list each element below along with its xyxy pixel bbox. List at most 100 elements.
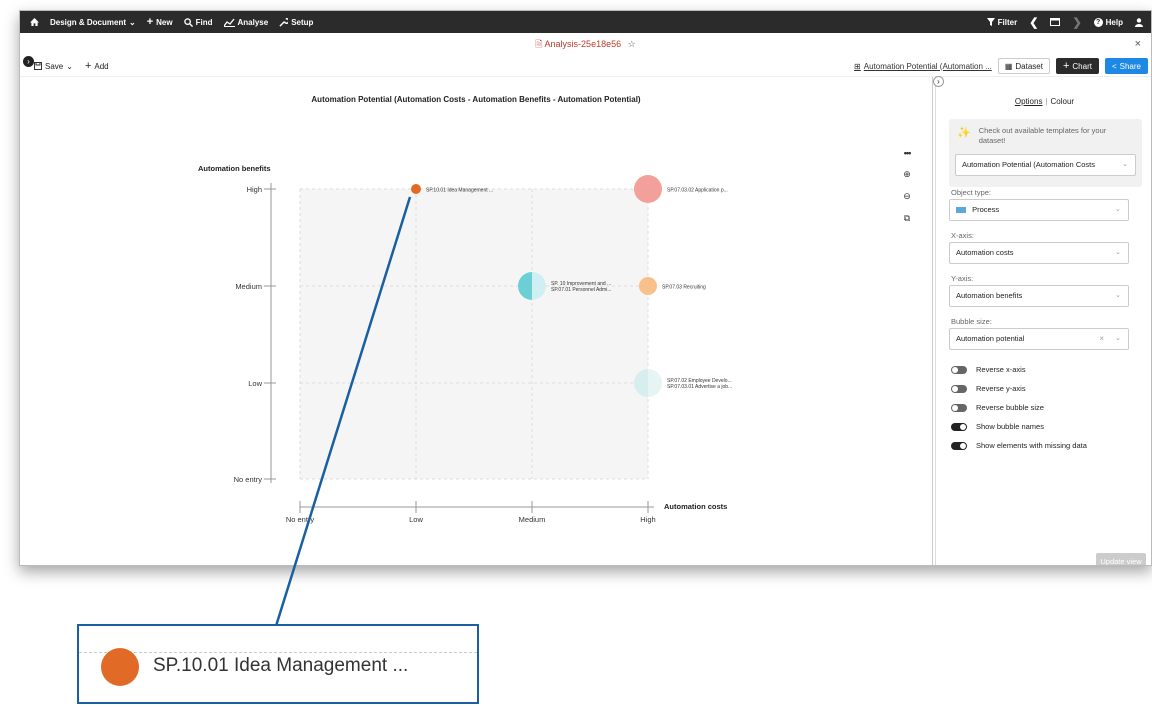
x-tick-label: Low [409, 515, 423, 524]
toggle-switch[interactable] [951, 403, 967, 412]
analysis-toolbar: Save ⌄ + Add ⊞ Automation Potential (Aut… [20, 55, 1151, 77]
export-icon[interactable]: ⧉ [904, 213, 910, 224]
bubble-size-label: Bubble size: [951, 317, 992, 326]
y-tick-label: Low [248, 379, 262, 388]
nav-analyse[interactable]: Analyse [223, 17, 269, 27]
template-hint-text: Check out available templates for your d… [978, 126, 1107, 145]
nav-design-document-label: Design & Document [50, 17, 127, 27]
chart-label: Chart [1072, 61, 1092, 71]
y-axis-select[interactable]: Automation benefits ⌄ [949, 285, 1129, 307]
filter-button[interactable]: Filter [986, 17, 1018, 27]
bubble-label: SP.07.01 Personnel Admi... [551, 287, 612, 293]
toggle-reverse-bubble-size[interactable]: Reverse bubble size [951, 403, 1044, 412]
tab-colour[interactable]: Colour [1051, 97, 1075, 106]
nav-new[interactable]: + New [147, 16, 173, 28]
window-icon[interactable] [1050, 18, 1061, 26]
chart-tools: ••• ⊕ ⊖ ⧉ [900, 148, 914, 224]
toolbar-right: ⊞ Automation Potential (Automation ... ▦… [854, 58, 1148, 74]
object-type-select[interactable]: Process ⌄ [949, 199, 1129, 221]
close-icon[interactable]: × [1135, 33, 1141, 55]
callout-label: SP.10.01 Idea Management ... [153, 655, 409, 676]
help-label: Help [1105, 17, 1123, 27]
y-tick-label: High [247, 185, 262, 194]
toggle-label: Reverse y-axis [976, 384, 1026, 393]
favorite-star-icon[interactable]: ☆ [628, 39, 636, 49]
template-select[interactable]: Automation Potential (Automation Costs ⌄ [955, 154, 1136, 176]
bubble-size-select[interactable]: Automation potential × ⌄ [949, 328, 1129, 350]
tab-options[interactable]: Options [1015, 97, 1043, 106]
object-type-label: Object type: [951, 188, 992, 197]
x-axis-select[interactable]: Automation costs ⌄ [949, 242, 1129, 264]
x-axis-value: Automation costs [956, 248, 1014, 257]
filter-icon [986, 18, 995, 26]
chart-button[interactable]: + Chart [1055, 58, 1099, 74]
process-icon [956, 207, 966, 214]
y-axis-label: Y-axis: [951, 274, 974, 283]
chevron-down-icon: ⌄ [1115, 335, 1121, 342]
clear-icon[interactable]: × [1099, 329, 1104, 349]
user-icon[interactable] [1135, 17, 1143, 27]
nav-find-label: Find [195, 17, 213, 27]
filter-label: Filter [997, 17, 1018, 27]
chart-area: Automation Potential (Automation Costs -… [20, 78, 932, 565]
help-button[interactable]: ? Help [1093, 17, 1123, 27]
document-title-bar: 🗎 Analysis-25e18e56 ☆ × [20, 33, 1151, 55]
plus-icon: + [84, 60, 92, 72]
template-icon: ⊞ [854, 61, 861, 71]
collapse-panel-icon[interactable]: › [933, 76, 944, 87]
update-view-button[interactable]: Update view [1096, 553, 1146, 565]
zoom-in-icon[interactable]: ⊕ [903, 169, 911, 180]
home-icon[interactable] [30, 18, 39, 26]
x-tick-label: High [640, 515, 655, 524]
back-arrow-icon[interactable]: ❮ [1029, 16, 1038, 29]
plus-icon: + [146, 16, 154, 28]
bubble-size-value: Automation potential [956, 334, 1025, 343]
nav-design-document[interactable]: Design & Document ⌄ [50, 18, 136, 27]
help-icon: ? [1093, 17, 1103, 27]
template-link[interactable]: ⊞ Automation Potential (Automation ... [854, 62, 992, 71]
document-title[interactable]: Analysis-25e18e56 [545, 39, 622, 49]
toggle-reverse-x-axis[interactable]: Reverse x-axis [951, 365, 1026, 374]
bubble-label: SP.07.03 Recruiting [662, 285, 706, 291]
nav-find[interactable]: Find [183, 17, 213, 27]
nav-analyse-label: Analyse [237, 17, 269, 27]
dataset-button[interactable]: ▦ Dataset [997, 58, 1050, 74]
more-icon[interactable]: ••• [904, 148, 912, 158]
save-label: Save [45, 61, 64, 71]
toggle-label: Show bubble names [976, 422, 1044, 431]
forward-arrow-icon[interactable]: ❯ [1072, 16, 1081, 29]
bubble [411, 184, 421, 194]
toggle-show-missing-data[interactable]: Show elements with missing data [951, 441, 1087, 450]
expand-left-icon[interactable]: › [23, 56, 34, 67]
chevron-down-icon: ⌄ [129, 17, 136, 27]
template-suggestion-box: ✨ Check out available templates for your… [949, 119, 1142, 187]
add-label: Add [94, 61, 109, 71]
share-button[interactable]: < Share [1104, 58, 1148, 74]
nav-setup[interactable]: Setup [279, 18, 313, 27]
analysis-window: Design & Document ⌄ + New Find Analyse S… [19, 10, 1152, 566]
wrench-icon [279, 17, 289, 27]
toggle-switch[interactable] [951, 384, 967, 393]
toggle-switch[interactable] [951, 365, 967, 374]
toggle-switch[interactable] [951, 422, 967, 431]
add-button[interactable]: + Add [85, 60, 109, 72]
toolbar-left: Save ⌄ + Add [34, 60, 109, 72]
toggle-show-bubble-names[interactable]: Show bubble names [951, 422, 1044, 431]
zoom-callout: SP.10.01 Idea Management ... [77, 624, 479, 704]
template-hint: ✨ Check out available templates for your… [957, 126, 1129, 146]
share-icon: < [1111, 61, 1117, 71]
toggle-label: Reverse x-axis [976, 365, 1026, 374]
zoom-out-icon[interactable]: ⊖ [903, 191, 911, 202]
toggle-label: Show elements with missing data [976, 441, 1087, 450]
toggle-reverse-y-axis[interactable]: Reverse y-axis [951, 384, 1026, 393]
bubble-half [648, 369, 662, 397]
top-navigation-bar: Design & Document ⌄ + New Find Analyse S… [20, 11, 1151, 33]
toggle-switch[interactable] [951, 441, 967, 450]
callout-bubble [101, 648, 139, 686]
y-axis-title: Automation benefits [198, 164, 271, 173]
plus-icon: + [1062, 60, 1070, 72]
nav-new-label: New [156, 17, 173, 27]
table-icon: ▦ [1004, 61, 1013, 71]
save-button[interactable]: Save ⌄ [34, 60, 73, 72]
panel-tabs: Options | Colour [936, 97, 1151, 106]
